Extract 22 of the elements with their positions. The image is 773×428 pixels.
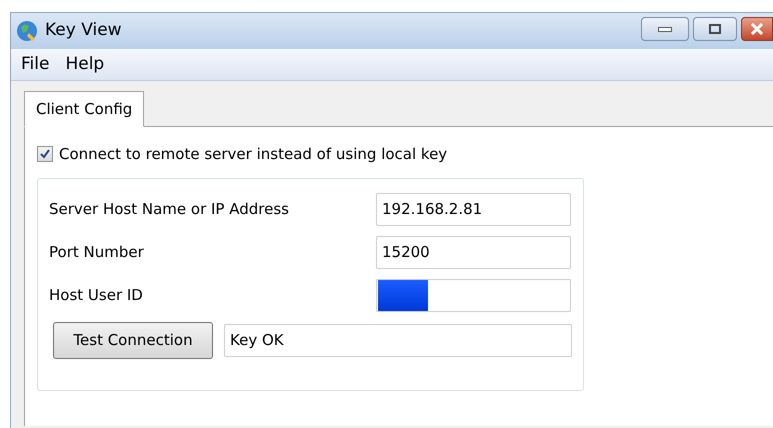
maximize-button[interactable] — [693, 17, 737, 41]
globe-icon — [15, 19, 39, 43]
window-title: Key View — [45, 19, 122, 42]
menu-item[interactable]: Help — [57, 52, 112, 78]
checkbox[interactable] — [37, 146, 53, 162]
close-icon — [750, 23, 764, 35]
input-field[interactable] — [376, 278, 571, 312]
test-connection-button[interactable]: Test Connection — [53, 322, 213, 358]
result-field: Key OK — [224, 324, 572, 356]
minimize-icon — [658, 26, 672, 32]
maximize-icon — [709, 24, 721, 34]
field-label: Server Host Name or IP Address — [49, 198, 290, 220]
field-label: Host User ID — [49, 284, 144, 306]
checkmark-icon — [39, 148, 51, 160]
field-label: Port Number — [49, 242, 145, 263]
checkbox-label: Connect to remote server instead of using local key — [59, 144, 448, 165]
input-field[interactable]: 15200 — [376, 236, 571, 268]
menu-item[interactable]: File — [13, 52, 58, 78]
minimize-button[interactable] — [641, 17, 689, 41]
input-field[interactable]: 192.168.2.81 — [376, 192, 571, 226]
close-button[interactable] — [741, 17, 773, 41]
tab[interactable]: Client Config — [24, 91, 144, 127]
